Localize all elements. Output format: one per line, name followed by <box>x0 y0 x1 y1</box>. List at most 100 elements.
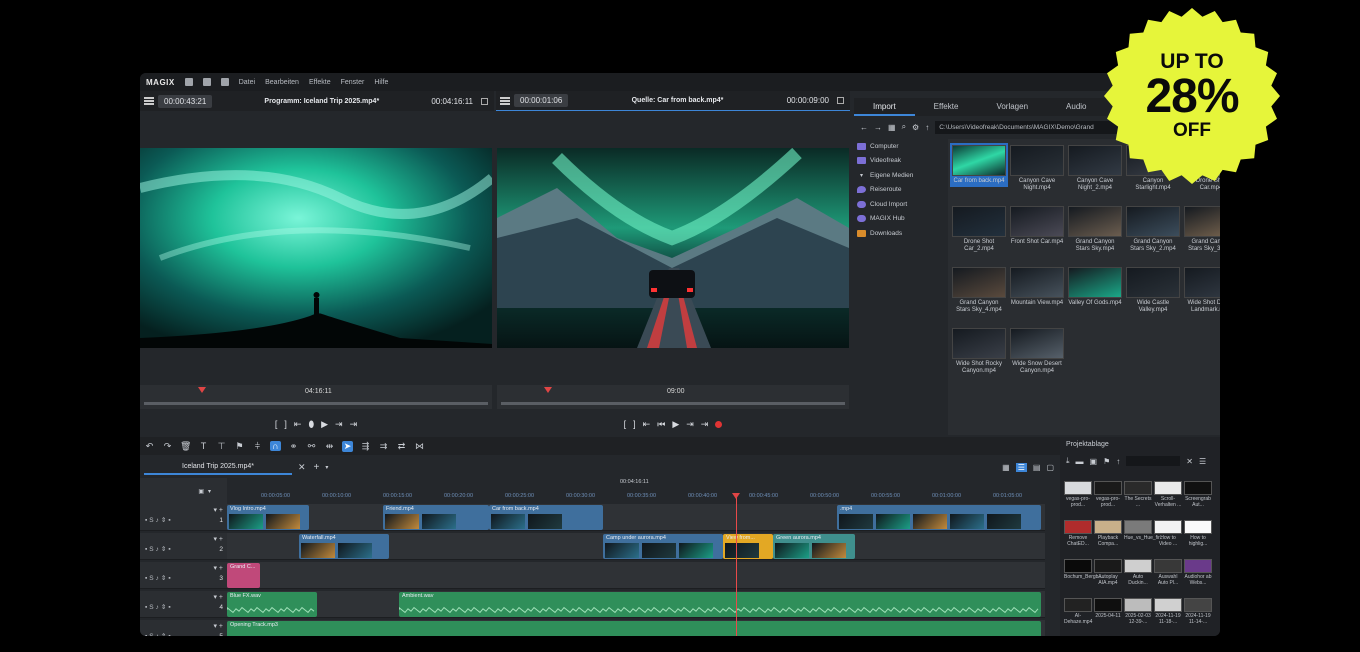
media-file-thumb[interactable]: Grand Canyon Stars Sky_3.mp4 <box>1184 206 1220 253</box>
timeline-ruler[interactable]: 00:04:16:11 00:00:05:00 00:00:10:00 00:00:… <box>227 478 1047 504</box>
tree-item-eigene-medien[interactable]: ▾ Eigene Medien <box>854 168 944 183</box>
project-item[interactable]: Auswahl Auto Pl... <box>1154 559 1182 586</box>
track-header[interactable]: ▪S♪⇕▪ 5 ▾ + <box>140 620 227 636</box>
track-options-icon[interactable]: ▣ <box>198 488 204 495</box>
project-item[interactable]: 2025-02-03 12-39-... <box>1124 598 1152 625</box>
track-lane[interactable]: Opening Track.mp3 <box>227 620 1045 636</box>
save-icon[interactable] <box>220 78 229 86</box>
track-add-icon[interactable]: ▾ + <box>213 593 223 601</box>
forward-arrow-icon[interactable]: → <box>874 123 882 132</box>
track-lane[interactable]: Vlog Intro.mp4 Friend.mp4 Car from back.mp… <box>227 504 1045 531</box>
media-file-thumb[interactable]: Front Shot Car.mp4 <box>1010 206 1064 246</box>
unlink-icon[interactable]: ⚯ <box>306 441 317 452</box>
track-add-icon[interactable]: ▾ + <box>213 564 223 572</box>
menu-hilfe[interactable]: Hilfe <box>374 79 388 86</box>
video-clip[interactable]: View from... <box>723 534 773 559</box>
project-item[interactable]: Auto Duckin... <box>1124 559 1152 586</box>
flag-icon[interactable]: ⚑ <box>1103 457 1110 466</box>
tab-import[interactable]: Import <box>854 98 915 116</box>
ripple-icon[interactable]: ⇶ <box>360 441 371 452</box>
back-arrow-icon[interactable]: ← <box>860 123 868 132</box>
tree-item-computer[interactable]: Computer <box>854 139 944 154</box>
media-file-thumb[interactable]: Mountain View.mp4 <box>1010 267 1064 307</box>
folder-icon[interactable]: ▬ <box>1076 457 1084 466</box>
redo-icon[interactable]: ↷ <box>162 441 173 452</box>
project-item[interactable]: How to Video ... <box>1154 520 1182 547</box>
project-item[interactable]: Autoplay AIA.mp4 <box>1094 559 1122 586</box>
chevron-down-icon[interactable]: ▾ <box>325 464 328 471</box>
project-item[interactable]: vegas-pro-prod... <box>1064 481 1092 508</box>
save-icon[interactable]: ▣ <box>1090 457 1098 466</box>
tab-effekte[interactable]: Effekte <box>915 98 978 116</box>
media-file-thumb[interactable]: Canyon Cave Night.mp4 <box>1010 145 1064 192</box>
open-folder-icon[interactable] <box>202 78 211 86</box>
program-scrub-track[interactable] <box>144 402 488 405</box>
mark-out-button[interactable]: ] <box>284 419 287 429</box>
program-video-preview[interactable] <box>140 148 492 348</box>
track-select-icon[interactable]: ⇄ <box>396 441 407 452</box>
next-marker-button[interactable]: ⇥ <box>686 419 694 430</box>
menu-effekte[interactable]: Effekte <box>309 79 331 86</box>
loop-button[interactable]: ⬮ <box>308 419 314 430</box>
maximize-icon[interactable] <box>837 97 844 104</box>
project-search-input[interactable] <box>1126 456 1181 466</box>
project-item[interactable]: Bochum_Bergb... <box>1064 559 1103 580</box>
media-file-thumb[interactable]: Wide Shot Rocky Canyon.mp4 <box>952 328 1006 375</box>
tab-vorlagen[interactable]: Vorlagen <box>977 98 1047 116</box>
track-lane[interactable]: Waterfall.mp4 Camp under aurora.mp4 View f… <box>227 533 1045 560</box>
mark-in-button[interactable]: [ <box>275 419 278 429</box>
download-icon[interactable]: ⤓ <box>1066 456 1070 466</box>
fit-icon[interactable]: ⇹ <box>324 441 335 452</box>
magnet-icon[interactable]: ∩ <box>270 441 281 451</box>
media-file-thumb[interactable]: Wide Snow Desert Canyon.mp4 <box>1010 328 1064 375</box>
track-header[interactable]: ▪S♪⇕▪ 3 ▾ + <box>140 562 227 589</box>
media-file-thumb[interactable]: Drone Shot Car_2.mp4 <box>952 206 1006 253</box>
track-controls-icon[interactable]: ▪S♪⇕▪ <box>145 545 173 553</box>
mark-in-button[interactable]: [ <box>624 419 627 429</box>
video-clip[interactable]: Green aurora.mp4 <box>773 534 855 559</box>
project-item[interactable]: How to highlig... <box>1184 520 1212 547</box>
track-controls-icon[interactable]: ▪S♪⇕▪ <box>145 516 173 524</box>
tab-audio[interactable]: Audio <box>1047 98 1105 116</box>
mark-out-button[interactable]: ] <box>633 419 636 429</box>
play-button[interactable]: ▶ <box>321 419 328 430</box>
media-file-thumb[interactable]: Wide Shot Desert Landmark.mp4 <box>1184 267 1220 314</box>
tree-item-videofreak[interactable]: Videofreak <box>854 154 944 169</box>
tree-item-magix-hub[interactable]: MAGIX Hub <box>854 212 944 227</box>
new-file-icon[interactable] <box>184 78 193 86</box>
tree-item-reiseroute[interactable]: Reiseroute <box>854 183 944 198</box>
audio-clip[interactable]: Ambient.wav <box>399 592 1041 617</box>
timeline-view-icon[interactable]: ☰ <box>1015 462 1027 472</box>
text-icon[interactable]: T <box>198 441 209 451</box>
view-toggle-icon[interactable]: ▦ <box>888 123 896 132</box>
playhead-marker-icon[interactable] <box>732 493 740 499</box>
project-item[interactable]: Scroll-Verhalten ... <box>1154 481 1182 508</box>
up-arrow-icon[interactable]: ↑ <box>925 123 929 132</box>
add-icon[interactable]: + <box>314 462 320 473</box>
project-item[interactable]: Screengrab Aut... <box>1184 481 1212 508</box>
stretch-icon[interactable]: ⋈ <box>414 441 425 452</box>
prev-frame-button[interactable]: ⏮ <box>657 419 665 430</box>
video-clip[interactable]: .mp4 <box>837 505 1041 530</box>
play-button[interactable]: ▶ <box>672 419 679 430</box>
maximize-icon[interactable] <box>481 97 488 105</box>
storyboard-view-icon[interactable]: ▦ <box>1002 463 1010 472</box>
track-controls-icon[interactable]: ▪S♪⇕▪ <box>145 603 173 611</box>
project-item[interactable]: 2024-11-19 11-14-... <box>1184 598 1212 625</box>
go-start-button[interactable]: ⇤ <box>643 419 651 430</box>
go-end-button[interactable]: ⇥ <box>350 419 358 430</box>
source-scrubbar[interactable]: 09:00 <box>497 385 849 409</box>
cut-icon[interactable]: ⫩ <box>252 441 263 452</box>
next-marker-button[interactable]: ⇥ <box>335 419 343 430</box>
menu-bearbeiten[interactable]: Bearbeiten <box>265 79 299 86</box>
up-arrow-icon[interactable]: ↑ <box>1116 457 1120 466</box>
track-add-icon[interactable]: ▾ + <box>213 535 223 543</box>
gear-icon[interactable]: ⚙ <box>912 123 919 132</box>
menu-fenster[interactable]: Fenster <box>341 79 365 86</box>
project-item[interactable]: AI-Dehaze.mp4 <box>1064 598 1092 625</box>
track-lane[interactable]: Blue FX.wav Ambient.wav <box>227 591 1045 618</box>
track-header[interactable]: ▪S♪⇕▪ 2 ▾ + <box>140 533 227 560</box>
window-icon[interactable]: ▢ <box>1046 463 1054 472</box>
close-icon[interactable]: ✕ <box>1186 457 1193 466</box>
video-clip[interactable]: Grand C... <box>227 563 260 588</box>
